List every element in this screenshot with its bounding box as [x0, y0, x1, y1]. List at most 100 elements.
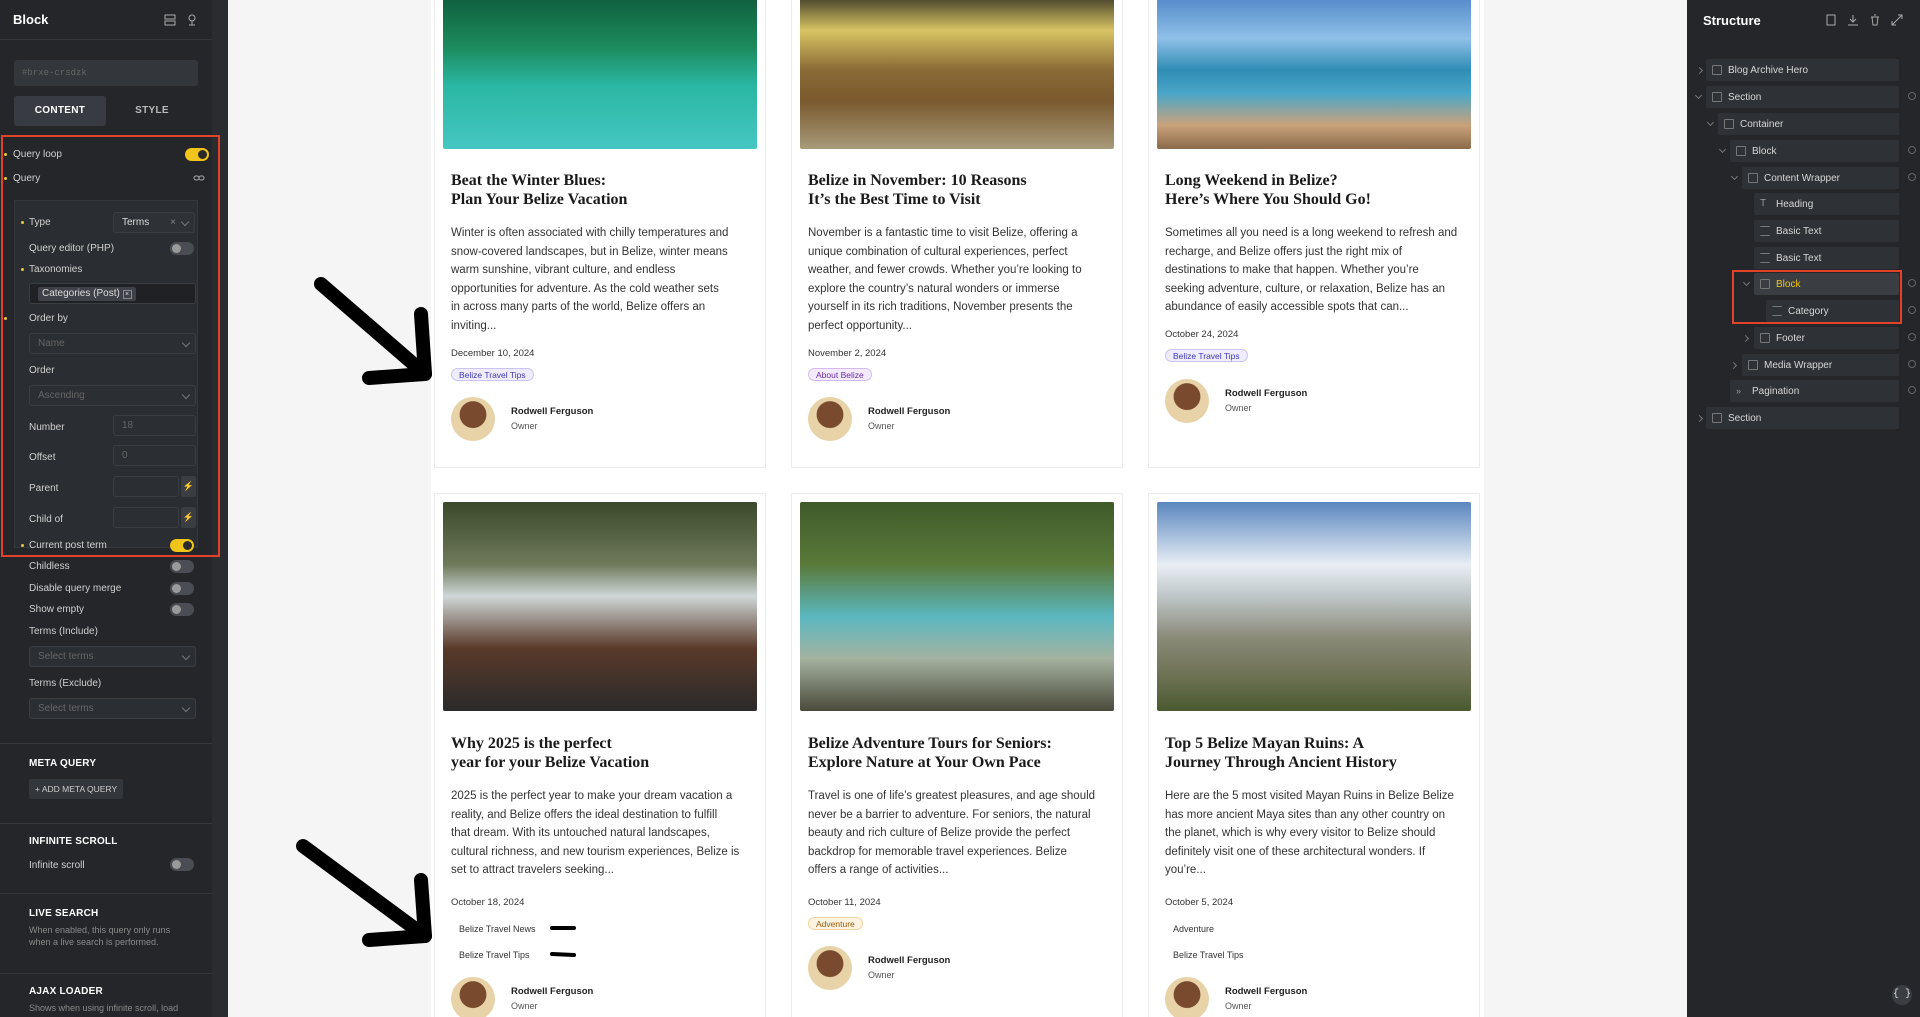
chevron-down-icon[interactable] [1718, 145, 1727, 154]
excerpt-line: yourself in its rich traditions, Novembe… [808, 301, 1073, 314]
disable-query-merge-label: Disable query merge [29, 582, 122, 594]
post-image[interactable] [800, 0, 1114, 149]
post-card[interactable]: Beat the Winter Blues: Plan Your Belize V… [434, 0, 766, 468]
tree-item-label: Section [1728, 412, 1762, 424]
post-image[interactable] [1157, 502, 1471, 711]
section-icon [1712, 65, 1722, 75]
ajax-loader-heading: AJAX LOADER [29, 986, 103, 997]
post-title[interactable]: Belize in November: 10 Reasons It’s the B… [808, 171, 1027, 209]
section-icon [1712, 92, 1722, 102]
post-date: November 2, 2024 [808, 348, 887, 359]
post-excerpt: November is a fantastic time to visit Be… [808, 224, 1108, 336]
structure-title: Structure [1703, 12, 1761, 28]
download-icon[interactable] [1846, 13, 1860, 27]
post-image[interactable] [1157, 0, 1471, 149]
tab-content[interactable]: CONTENT [14, 96, 106, 126]
post-title[interactable]: Long Weekend in Belize? Here’s Where You … [1165, 171, 1371, 209]
excerpt-line: set to attract travelers seeking... [451, 864, 614, 877]
code-toggle-button[interactable]: { } [1892, 985, 1912, 1005]
show-empty-toggle[interactable] [170, 603, 194, 616]
post-excerpt: 2025 is the perfect year to make your dr… [451, 787, 751, 880]
category-tag[interactable]: Belize Travel Tips [1165, 349, 1248, 362]
category-item[interactable]: Belize Travel Tips [459, 950, 530, 960]
settings-tabs: CONTENT STYLE [14, 96, 198, 126]
post-card[interactable]: Belize Adventure Tours for Seniors: Explo… [791, 493, 1123, 1017]
tree-item-basic-text[interactable]: Basic Text [1754, 247, 1899, 269]
tab-style[interactable]: STYLE [106, 96, 198, 126]
pin-icon[interactable] [185, 13, 199, 27]
live-search-heading: LIVE SEARCH [29, 908, 99, 919]
post-title[interactable]: Belize Adventure Tours for Seniors: Explo… [808, 734, 1052, 772]
live-search-description: When enabled, this query only runs when a… [29, 924, 170, 948]
category-item[interactable]: Adventure [1173, 924, 1214, 934]
post-title[interactable]: Beat the Winter Blues: Plan Your Belize V… [451, 171, 627, 209]
excerpt-line: abundance of easily accessible spots tha… [1165, 301, 1409, 314]
post-excerpt: Here are the 5 most visited Mayan Ruins … [1165, 787, 1465, 880]
tree-item-block[interactable]: Block [1730, 140, 1899, 162]
tree-item-section[interactable]: Section [1706, 86, 1899, 108]
block-icon [1736, 146, 1746, 156]
terms-exclude-select[interactable]: Select terms [29, 698, 196, 719]
author-role: Owner [868, 421, 895, 431]
tree-item-section[interactable]: Section [1706, 407, 1899, 429]
tree-item-footer[interactable]: Footer [1754, 327, 1899, 349]
chevron-down-icon[interactable] [1730, 172, 1739, 181]
add-meta-query-button[interactable]: + ADD META QUERY [29, 779, 124, 799]
live-search-section: LIVE SEARCH When enabled, this query onl… [0, 893, 212, 973]
excerpt-line: perfect opportunity... [808, 319, 912, 332]
childless-toggle[interactable] [170, 560, 194, 573]
post-image[interactable] [443, 502, 757, 711]
post-date: October 11, 2024 [808, 897, 881, 908]
post-card[interactable]: Long Weekend in Belize? Here’s Where You … [1148, 0, 1480, 468]
plus-icon: + [35, 784, 42, 794]
author-name: Rodwell Ferguson [511, 986, 594, 997]
pagination-icon: » [1736, 386, 1742, 396]
category-tag[interactable]: Belize Travel Tips [451, 368, 534, 381]
post-card[interactable]: Belize in November: 10 Reasons It’s the B… [791, 0, 1123, 468]
disable-query-merge-toggle[interactable] [170, 582, 194, 595]
tree-item-pagination[interactable]: » Pagination [1730, 380, 1899, 402]
category-tag[interactable]: About Belize [808, 368, 872, 381]
chevron-right-icon[interactable] [1695, 414, 1704, 423]
post-title[interactable]: Top 5 Belize Mayan Ruins: A Journey Throu… [1165, 734, 1397, 772]
infinite-scroll-toggle[interactable] [170, 858, 194, 871]
tree-item-blog-archive-hero[interactable]: Blog Archive Hero [1706, 59, 1899, 81]
tree-item-content-wrapper[interactable]: Content Wrapper [1742, 167, 1899, 189]
chevron-down-icon[interactable] [1706, 118, 1715, 127]
tree-item-media-wrapper[interactable]: Media Wrapper [1742, 354, 1899, 376]
author-name: Rodwell Ferguson [1225, 388, 1308, 399]
link-icon [1908, 146, 1916, 154]
post-image[interactable] [800, 502, 1114, 711]
chevron-right-icon[interactable] [1741, 334, 1750, 343]
childless-label: Childless [29, 560, 70, 572]
terms-include-select[interactable]: Select terms [29, 646, 196, 667]
post-title-line: Top 5 Belize Mayan Ruins: A [1165, 735, 1364, 752]
excerpt-line: Travel is one of life’s greatest pleasur… [808, 790, 1096, 802]
tree-item-container[interactable]: Container [1718, 113, 1899, 135]
link-icon [1908, 279, 1916, 287]
show-empty-row: Show empty [0, 599, 212, 619]
post-card[interactable]: Why 2025 is the perfect year for your Bel… [434, 493, 766, 1017]
author-role: Owner [511, 1001, 538, 1011]
chevron-down-icon [181, 651, 191, 661]
chevron-down-icon[interactable] [1694, 91, 1703, 100]
category-item[interactable]: Belize Travel Tips [1173, 950, 1244, 960]
expand-icon[interactable] [1890, 13, 1904, 27]
tree-item-heading[interactable]: T Heading [1754, 193, 1899, 215]
structure-header: Structure [1687, 0, 1920, 40]
post-image[interactable] [443, 0, 757, 149]
layout-icon[interactable] [163, 13, 177, 27]
category-item[interactable]: Belize Travel News [459, 924, 536, 934]
tree-item-label: Blog Archive Hero [1728, 64, 1809, 76]
chevron-right-icon[interactable] [1729, 361, 1738, 370]
chevron-right-icon[interactable] [1695, 66, 1704, 75]
terms-exclude-row: Terms (Exclude) [0, 673, 212, 693]
clipboard-icon[interactable] [1824, 13, 1838, 27]
trash-icon[interactable] [1868, 13, 1882, 27]
tree-item-basic-text[interactable]: Basic Text [1754, 220, 1899, 242]
category-tag[interactable]: Adventure [808, 917, 863, 930]
post-title[interactable]: Why 2025 is the perfect year for your Bel… [451, 734, 649, 772]
post-card[interactable]: Top 5 Belize Mayan Ruins: A Journey Throu… [1148, 493, 1480, 1017]
element-id-field[interactable]: #brxe-crsdzk [14, 60, 198, 86]
post-title-line: Beat the Winter Blues: [451, 172, 607, 189]
